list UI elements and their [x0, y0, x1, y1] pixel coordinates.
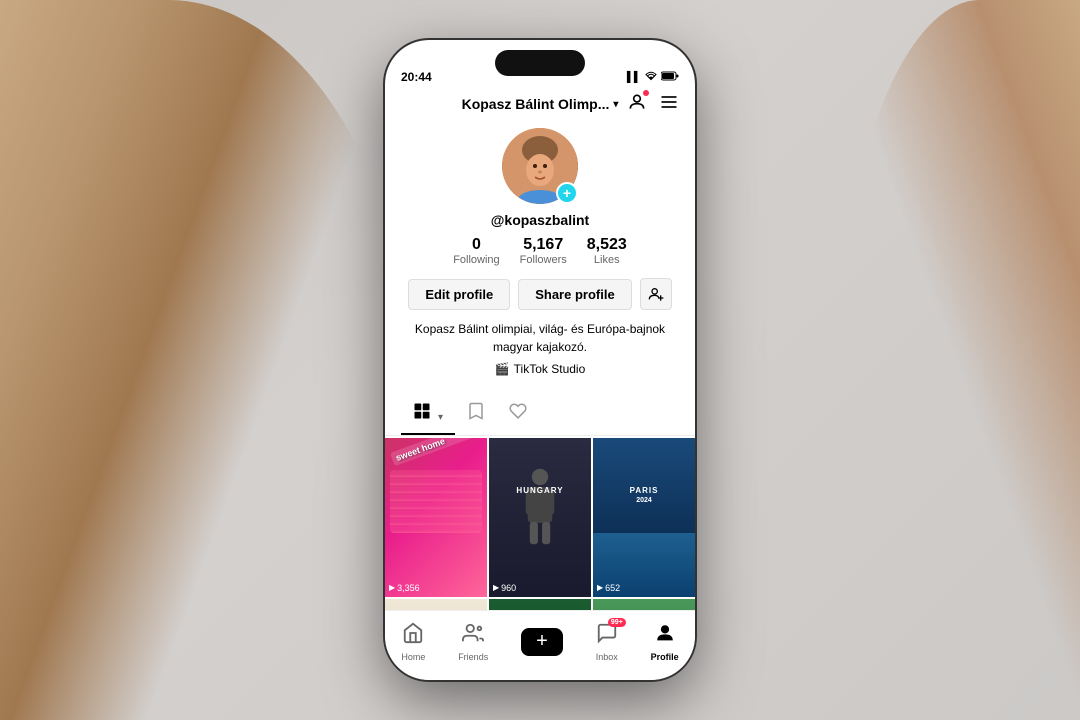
dynamic-island: [495, 50, 585, 76]
studio-icon: 🎬: [495, 362, 510, 376]
video-play-count-1: 3,356: [397, 583, 420, 593]
signal-icon: ▌▌: [627, 72, 641, 83]
following-count: 0: [472, 236, 481, 254]
followers-count: 5,167: [523, 236, 563, 254]
followers-label: Followers: [520, 254, 567, 266]
tab-dropdown-icon: ▾: [438, 412, 443, 423]
username-text: Kopasz Bálint Olimp...: [462, 96, 610, 112]
video-play-count-3: 652: [605, 583, 620, 593]
tab-liked[interactable]: [497, 394, 539, 435]
home-label: Home: [401, 652, 425, 662]
video-play-2: ▶ 960: [493, 583, 516, 593]
studio-label: TikTok Studio: [514, 362, 586, 376]
bottom-nav: Home Friends +: [385, 610, 695, 680]
profile-nav-label: Profile: [651, 652, 679, 662]
add-profile-button[interactable]: +: [556, 182, 578, 204]
play-icon: ▶: [389, 583, 395, 592]
nav-icons: [627, 92, 679, 117]
profile-section: + @kopaszbalint 0 Following 5,167 Follow…: [385, 120, 695, 394]
likes-label: Likes: [594, 254, 620, 266]
wifi-icon: [645, 71, 657, 84]
video-play-1: ▶ 3,356: [389, 583, 420, 593]
share-profile-button[interactable]: Share profile: [518, 279, 631, 310]
action-buttons: Edit profile Share profile: [408, 278, 671, 310]
likes-stat: 8,523 Likes: [587, 236, 627, 266]
person-icon-wrapper[interactable]: [627, 92, 647, 117]
stats-row: 0 Following 5,167 Followers 8,523 Likes: [453, 236, 627, 266]
video-thumb-6[interactable]: [593, 599, 695, 610]
nav-friends[interactable]: Friends: [458, 622, 488, 662]
inbox-badge: 99+: [608, 618, 626, 627]
status-icons: ▌▌: [627, 71, 679, 84]
video-play-count-2: 960: [501, 583, 516, 593]
followers-stat: 5,167 Followers: [520, 236, 567, 266]
battery-icon: [661, 71, 679, 84]
phone-frame: 20:44 ▌▌: [385, 40, 695, 680]
nav-profile[interactable]: Profile: [651, 622, 679, 662]
username-title[interactable]: Kopasz Bálint Olimp... ▾: [462, 96, 619, 112]
following-label: Following: [453, 254, 499, 266]
inbox-label: Inbox: [596, 652, 618, 662]
edit-profile-button[interactable]: Edit profile: [408, 279, 510, 310]
add-friend-button[interactable]: [640, 278, 672, 310]
add-post-button[interactable]: +: [521, 628, 563, 656]
play-icon-3: ▶: [597, 583, 603, 592]
video-thumb-5[interactable]: GO!: [489, 599, 591, 610]
notification-dot: [643, 90, 649, 96]
menu-icon[interactable]: [659, 92, 679, 117]
video-thumb-3[interactable]: PARIS 2024 ▶ 652: [593, 438, 695, 597]
video-thumb-4[interactable]: [385, 599, 487, 610]
phone-screen: 20:44 ▌▌: [385, 40, 695, 680]
bio-line1: Kopasz Bálint olimpiai, világ- és Európa…: [415, 322, 665, 336]
tab-saved[interactable]: [455, 394, 497, 435]
nav-inbox[interactable]: 99+ Inbox: [596, 622, 618, 662]
video-thumb-2[interactable]: HUNGARY ▶ 960: [489, 438, 591, 597]
profile-nav-icon: [654, 622, 676, 650]
tab-grid[interactable]: ▾: [401, 394, 455, 435]
inbox-icon: [596, 627, 618, 649]
video-grid: sweet home ▶ 3,356: [385, 438, 695, 610]
add-post-plus-icon: +: [536, 630, 548, 653]
following-stat: 0 Following: [453, 236, 499, 266]
profile-handle: @kopaszbalint: [491, 212, 589, 228]
home-icon: [402, 622, 424, 650]
studio-link[interactable]: 🎬 TikTok Studio: [495, 362, 586, 376]
avatar-wrapper: +: [502, 128, 578, 204]
hungary-text: HUNGARY: [516, 486, 563, 495]
friends-label: Friends: [458, 652, 488, 662]
friends-icon: [462, 622, 484, 650]
content-area: Kopasz Bálint Olimp... ▾: [385, 88, 695, 610]
likes-count: 8,523: [587, 236, 627, 254]
paris-overlay: PARIS 2024: [630, 486, 659, 505]
nav-add-post[interactable]: +: [521, 628, 563, 656]
video-play-3: ▶ 652: [597, 583, 620, 593]
person-icon: [627, 99, 647, 116]
video-thumb-1[interactable]: sweet home ▶ 3,356: [385, 438, 487, 597]
bio-line2: magyar kajakozó.: [493, 340, 587, 354]
top-nav: Kopasz Bálint Olimp... ▾: [385, 88, 695, 120]
chevron-down-icon: ▾: [613, 99, 618, 110]
play-icon-2: ▶: [493, 583, 499, 592]
nav-home[interactable]: Home: [401, 622, 425, 662]
status-time: 20:44: [401, 70, 432, 84]
content-tabs: ▾: [385, 394, 695, 436]
profile-bio: Kopasz Bálint olimpiai, világ- és Európa…: [407, 320, 673, 356]
